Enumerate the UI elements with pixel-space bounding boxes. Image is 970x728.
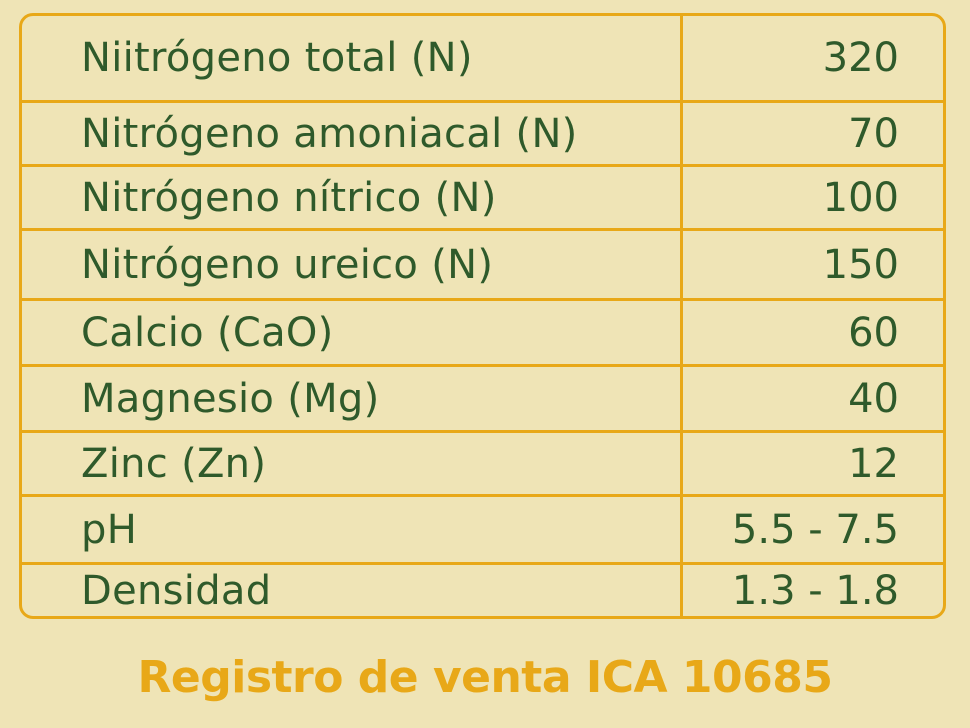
row-value: 150 bbox=[822, 241, 899, 288]
table-row: Nitrógeno nítrico (N) 100 bbox=[22, 164, 943, 228]
row-value: 100 bbox=[822, 174, 899, 221]
registration-footer: Registro de venta ICA 10685 bbox=[137, 652, 833, 703]
table-row: Niitrógeno total (N) 320 bbox=[22, 16, 943, 100]
row-label: Niitrógeno total (N) bbox=[81, 35, 473, 81]
row-value: 12 bbox=[848, 440, 899, 487]
row-label: Nitrógeno nítrico (N) bbox=[81, 174, 497, 221]
row-value: 320 bbox=[822, 35, 899, 81]
table-row: Nitrógeno ureico (N) 150 bbox=[22, 228, 943, 298]
row-value: 40 bbox=[848, 375, 899, 422]
row-label: Zinc (Zn) bbox=[81, 440, 267, 487]
table-row: Densidad 1.3 - 1.8 bbox=[22, 562, 943, 616]
row-label: Nitrógeno amoniacal (N) bbox=[81, 110, 578, 157]
row-label: Magnesio (Mg) bbox=[81, 375, 380, 422]
row-label: Densidad bbox=[81, 567, 272, 614]
row-label: Calcio (CaO) bbox=[81, 309, 334, 356]
composition-table: Niitrógeno total (N) 320 Nitrógeno amoni… bbox=[19, 13, 946, 619]
row-label: pH bbox=[81, 506, 138, 553]
row-value: 70 bbox=[848, 110, 899, 157]
table-row: Magnesio (Mg) 40 bbox=[22, 364, 943, 430]
row-value: 1.3 - 1.8 bbox=[731, 567, 899, 614]
table-row: pH 5.5 - 7.5 bbox=[22, 494, 943, 562]
row-value: 5.5 - 7.5 bbox=[731, 506, 899, 553]
row-label: Nitrógeno ureico (N) bbox=[81, 241, 494, 288]
table-row: Calcio (CaO) 60 bbox=[22, 298, 943, 364]
table-row: Zinc (Zn) 12 bbox=[22, 430, 943, 494]
table-row: Nitrógeno amoniacal (N) 70 bbox=[22, 100, 943, 164]
row-value: 60 bbox=[848, 309, 899, 356]
